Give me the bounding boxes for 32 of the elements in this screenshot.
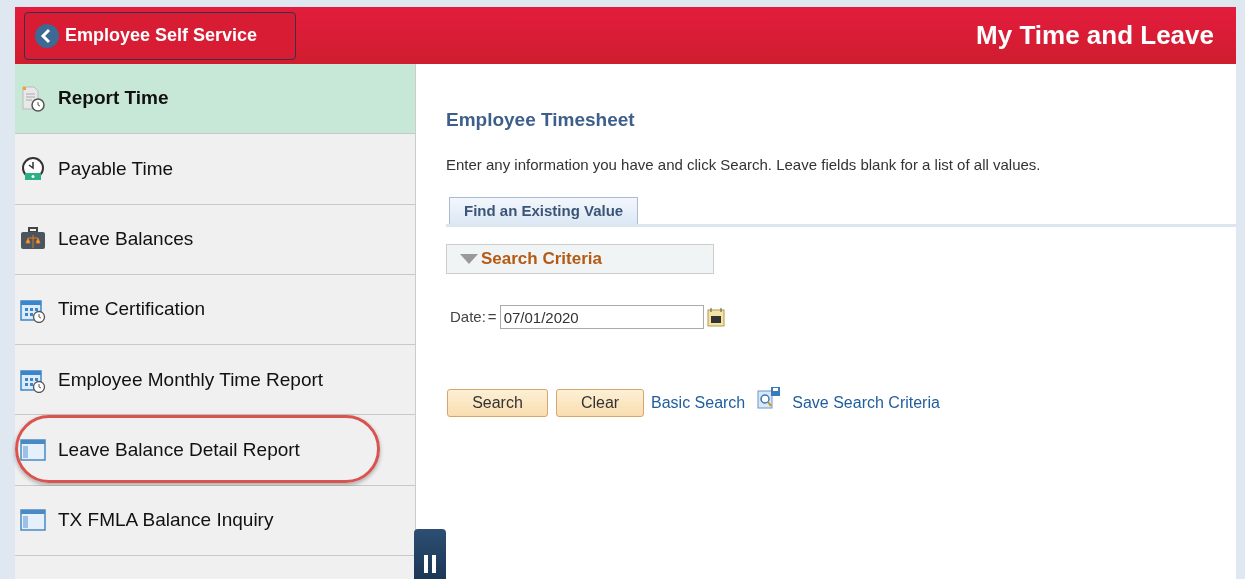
sidebar-item-label: Time Certification bbox=[58, 297, 206, 322]
sidebar-item-label: Leave Balance Detail Report bbox=[58, 437, 300, 462]
page-title: My Time and Leave bbox=[976, 19, 1214, 52]
sidebar-item-label: Leave Balances bbox=[58, 227, 194, 251]
sidebar-item-label: TX FMLA Balance Inquiry bbox=[58, 508, 274, 533]
link[interactable]: Basic Search bbox=[651, 391, 746, 415]
section-title: Search Criteria bbox=[481, 248, 602, 271]
window-icon bbox=[20, 437, 46, 464]
page-heading: Employee Timesheet bbox=[446, 108, 636, 132]
section-header[interactable]: Search Criteria bbox=[446, 244, 714, 274]
sidebar-item-label: Employee Monthly Time Report bbox=[58, 367, 324, 392]
sidebar-item[interactable]: Report Time bbox=[15, 64, 415, 135]
triangle-icon bbox=[460, 254, 478, 264]
action-button[interactable]: Clear bbox=[556, 389, 644, 417]
link[interactable]: Save Search Criteria bbox=[792, 391, 940, 415]
date-label: Date: bbox=[450, 306, 486, 327]
window-icon bbox=[20, 507, 46, 534]
calendar-icon[interactable] bbox=[706, 307, 725, 327]
sidebar-item-label: Report Time bbox=[58, 86, 169, 111]
action-button[interactable]: Search bbox=[447, 389, 548, 417]
date-operator: = bbox=[487, 306, 497, 327]
search-save-icon[interactable] bbox=[757, 386, 782, 410]
pause-icon bbox=[423, 555, 437, 573]
sidebar-item[interactable]: Leave Balance Detail Report bbox=[15, 415, 415, 486]
clock-money-icon bbox=[20, 155, 46, 182]
instructions-text: Enter any information you have and click Search. Leave fields blank for a list of all values. bbox=[446, 154, 1042, 175]
document-clock-icon bbox=[20, 85, 46, 112]
date-field[interactable]: 07/01/2020 bbox=[499, 305, 704, 329]
sidebar-item-label: Payable Time bbox=[58, 156, 174, 181]
back-button[interactable]: Employee Self Service bbox=[24, 11, 296, 60]
collapse-handle[interactable] bbox=[414, 529, 446, 579]
tab[interactable]: Find an Existing Value bbox=[449, 197, 639, 224]
